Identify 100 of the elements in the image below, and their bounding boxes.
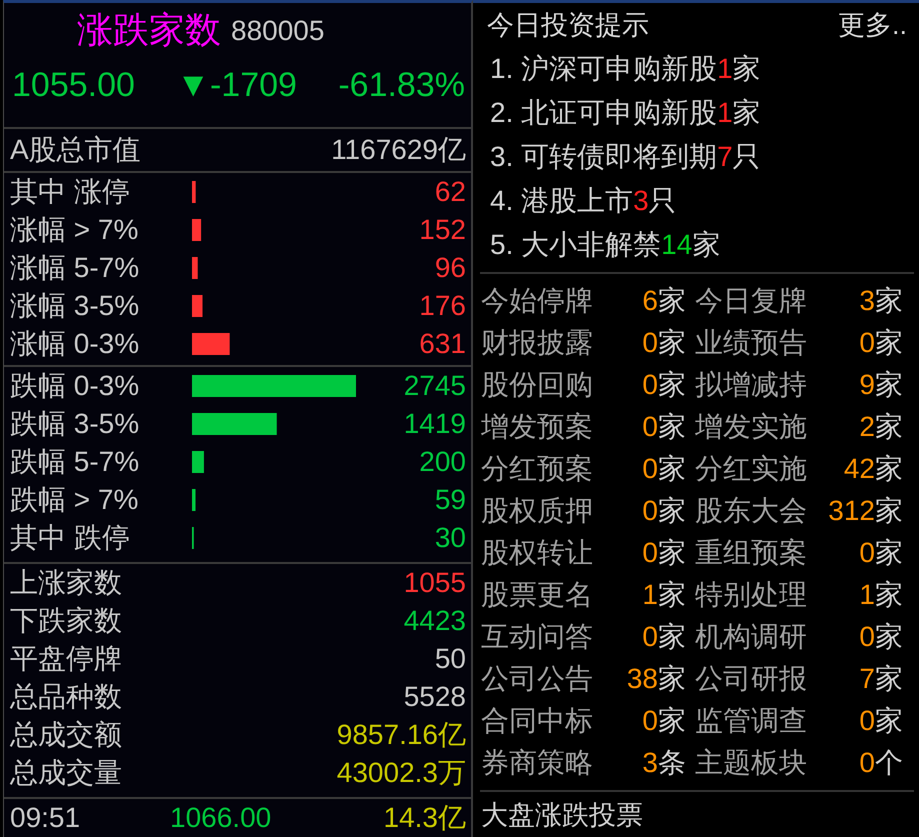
event-label: 合同中标 — [481, 704, 593, 738]
stock-count: 30 — [434, 521, 466, 556]
tip-item[interactable]: 4. 港股上市3只 — [490, 179, 677, 223]
event-label: 业绩预告 — [695, 326, 807, 360]
event-label: 今始停牌 — [481, 284, 593, 318]
summary-label: 上涨家数 — [10, 566, 122, 600]
event-label: 股权转让 — [481, 536, 593, 570]
tip-item[interactable]: 5. 大小非解禁14家 — [490, 223, 720, 267]
tick-time: 09:51 — [10, 802, 80, 834]
event-label: 互动问答 — [481, 620, 593, 654]
event-label: 股东大会 — [695, 494, 807, 528]
tick-price: 1066.00 — [170, 802, 272, 834]
event-count: 0家 — [859, 536, 903, 570]
stock-count: 176 — [419, 288, 466, 323]
summary-label: 下跌家数 — [10, 604, 122, 638]
event-count: 38家 — [626, 662, 686, 696]
tip-item[interactable]: 2. 北证可申购新股1家 — [490, 91, 761, 135]
event-label: 机构调研 — [695, 620, 807, 654]
summary-value: 4423 — [404, 604, 466, 637]
summary-label: 总成交额 — [10, 718, 122, 752]
event-label: 分红预案 — [481, 452, 593, 486]
event-count: 7家 — [859, 662, 903, 696]
tip-item[interactable]: 1. 沪深可申购新股1家 — [490, 47, 761, 91]
tip-item[interactable]: 3. 可转债即将到期7只 — [490, 135, 761, 179]
event-count: 1家 — [859, 578, 903, 612]
value-change: ▼-1709 — [176, 66, 297, 104]
event-label: 分红实施 — [695, 452, 807, 486]
event-label: 券商策略 — [481, 746, 593, 780]
event-label: 股票更名 — [481, 578, 593, 612]
event-label: 拟增减持 — [695, 368, 807, 402]
range-label: 跌幅 > 7% — [10, 483, 138, 518]
event-count: 0个 — [859, 746, 903, 780]
stock-count: 631 — [419, 326, 466, 361]
event-label: 公司公告 — [481, 662, 593, 696]
stock-count: 96 — [434, 250, 466, 285]
fall-bar — [192, 489, 196, 512]
event-count: 0家 — [642, 536, 686, 570]
event-count: 0家 — [642, 326, 686, 360]
rise-bar — [192, 332, 230, 355]
event-label: 股权质押 — [481, 494, 593, 528]
summary-value: 9857.16亿 — [336, 718, 466, 752]
range-label: 涨幅 3-5% — [10, 288, 140, 323]
event-count: 1家 — [642, 578, 686, 612]
event-label: 公司研报 — [695, 662, 807, 696]
event-count: 3条 — [642, 746, 686, 780]
stock-count: 2745 — [404, 369, 466, 404]
tick-amount: 14.3亿 — [384, 801, 466, 835]
stock-count: 62 — [434, 174, 466, 209]
range-label: 跌幅 0-3% — [10, 369, 140, 404]
market-cap-value: 1167629亿 — [331, 132, 466, 167]
event-count: 9家 — [859, 368, 903, 402]
stock-count: 200 — [419, 445, 466, 480]
rise-bar — [192, 294, 203, 317]
rise-bar — [192, 180, 196, 203]
range-label: 其中 跌停 — [10, 521, 130, 556]
event-count: 0家 — [642, 410, 686, 444]
event-count: 3家 — [859, 284, 903, 318]
event-count: 6家 — [642, 284, 686, 318]
rise-bar — [192, 256, 198, 279]
event-label: 股份回购 — [481, 368, 593, 402]
tips-title: 今日投资提示 — [487, 9, 649, 42]
event-count: 42家 — [844, 452, 903, 486]
vote-section-title: 大盘涨跌投票 — [481, 798, 643, 832]
range-label: 涨幅 > 7% — [10, 212, 138, 247]
summary-value: 50 — [434, 642, 466, 675]
event-label: 监管调查 — [695, 704, 807, 738]
index-code: 880005 — [231, 14, 324, 46]
panel-title: 涨跌家数 — [77, 8, 221, 52]
range-label: 涨幅 0-3% — [10, 326, 140, 361]
index-value: 1055.00 — [12, 66, 135, 104]
range-label: 跌幅 3-5% — [10, 407, 140, 442]
range-label: 跌幅 5-7% — [10, 445, 140, 480]
event-count: 0家 — [642, 494, 686, 528]
event-count: 0家 — [859, 704, 903, 738]
summary-label: 平盘停牌 — [10, 642, 122, 676]
rise-bar — [192, 218, 202, 241]
event-count: 312家 — [828, 494, 903, 528]
event-label: 特别处理 — [695, 578, 807, 612]
summary-label: 总成交量 — [10, 756, 122, 790]
event-label: 主题板块 — [695, 746, 807, 780]
stock-count: 152 — [419, 212, 466, 247]
event-label: 今日复牌 — [695, 284, 807, 318]
event-count: 2家 — [859, 410, 903, 444]
percent-change: -61.83% — [338, 66, 465, 104]
event-label: 财报披露 — [481, 326, 593, 360]
event-count: 0家 — [642, 620, 686, 654]
more-link[interactable]: 更多.. — [838, 7, 907, 43]
event-label: 增发实施 — [695, 410, 807, 444]
event-count: 0家 — [859, 620, 903, 654]
summary-value: 1055 — [404, 566, 466, 599]
event-count: 0家 — [642, 368, 686, 402]
fall-bar — [192, 451, 204, 474]
event-label: 重组预案 — [695, 536, 807, 570]
stock-count: 59 — [434, 483, 466, 518]
event-count: 0家 — [859, 326, 903, 360]
event-label: 增发预案 — [481, 410, 593, 444]
event-count: 0家 — [642, 452, 686, 486]
range-label: 涨幅 5-7% — [10, 250, 140, 285]
range-label: 其中 涨停 — [10, 174, 130, 209]
summary-label: 总品种数 — [10, 680, 122, 714]
